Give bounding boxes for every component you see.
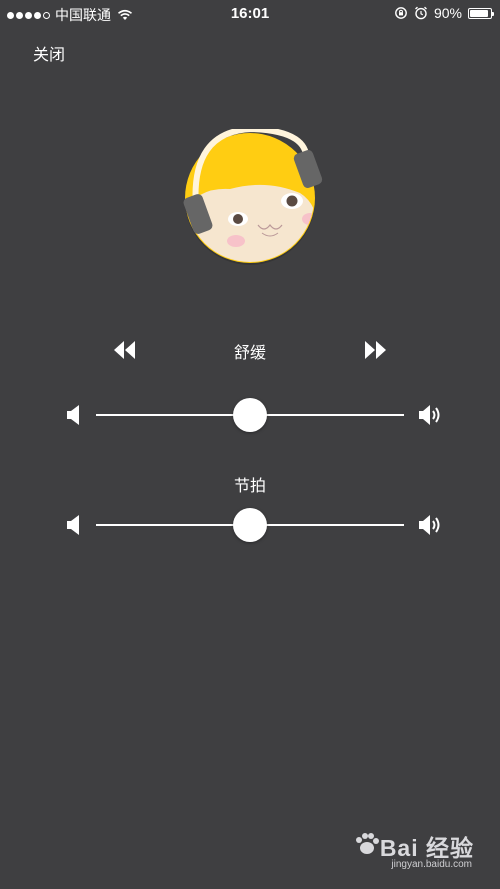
beat-label: 节拍 [233,478,266,495]
slider-thumb[interactable] [233,398,267,432]
close-button[interactable]: 关闭 [33,41,65,65]
volume-high-icon [419,515,440,535]
rewind-icon[interactable] [113,339,137,361]
battery-percent: 90% [433,5,462,21]
volume-high-icon [419,405,440,425]
album-art-avatar [183,129,323,265]
baidu-watermark: Bai 经验 jingyan.baidu.com [354,829,474,877]
rotation-lock-icon [395,7,407,19]
alarm-icon [415,6,427,20]
beat-volume-slider [0,505,500,545]
slider-thumb[interactable] [233,508,267,542]
status-bar: 中国联通 16:01 90% [0,0,500,26]
watermark-logo: Bai 经验 [379,835,474,861]
volume-low-icon [67,515,79,535]
melody-volume-slider [0,395,500,435]
status-right: 90% [394,5,494,21]
volume-low-icon [67,405,79,425]
track-navigation: 舒缓 [0,335,500,365]
paw-icon [356,833,379,854]
fast-forward-icon[interactable] [363,339,387,361]
watermark-url: jingyan.baidu.com [391,859,472,870]
track-title: 舒缓 [233,345,266,362]
battery-level [470,9,488,17]
battery-icon [468,7,494,19]
